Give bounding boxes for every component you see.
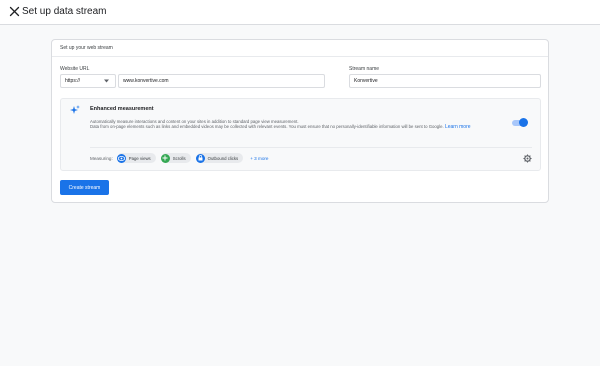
chip-scrolls: Scrolls: [160, 153, 191, 163]
measuring-label: Measuring:: [90, 155, 113, 161]
protocol-select[interactable]: https://: [60, 74, 116, 88]
enhanced-measurement-title: Enhanced measurement: [90, 106, 154, 112]
enhanced-measurement-panel: Enhanced measurement Automatically measu…: [60, 98, 541, 171]
page-title: Set up data stream: [22, 6, 107, 17]
learn-more-link[interactable]: Learn more: [445, 124, 471, 130]
card-title: Set up your web stream: [52, 40, 548, 57]
eye-icon: [116, 153, 126, 163]
website-url-input[interactable]: [118, 74, 325, 88]
scroll-arrows-icon: [160, 153, 170, 163]
enhanced-measurement-toggle[interactable]: [512, 118, 528, 127]
close-icon[interactable]: [9, 6, 20, 17]
lock-icon: [195, 153, 205, 163]
web-stream-card: Set up your web stream Website URL https…: [51, 39, 549, 203]
top-bar: Set up data stream: [0, 0, 600, 25]
enhanced-measurement-description: Automatically measure interactions and c…: [90, 119, 495, 131]
divider: [90, 147, 532, 148]
chevron-down-icon: [104, 79, 109, 83]
website-url-label: Website URL: [60, 66, 90, 72]
chip-outbound-clicks: Outbound clicks: [195, 153, 244, 163]
chip-label: Scrolls: [172, 155, 186, 161]
create-stream-button[interactable]: Create stream: [60, 180, 109, 195]
gear-icon[interactable]: [523, 154, 532, 163]
chip-label: Outbound clicks: [207, 155, 239, 161]
measuring-row: Measuring: Page views Scrolls Outbound c…: [90, 153, 268, 163]
description-line-2: Data from on-page elements such as links…: [90, 124, 444, 130]
toggle-knob: [519, 118, 528, 127]
protocol-value: https://: [65, 78, 81, 84]
stream-name-input[interactable]: [349, 74, 541, 88]
sparkle-icon: [70, 105, 80, 114]
chip-page-views: Page views: [116, 153, 156, 163]
more-measurements-link[interactable]: + 3 more: [250, 156, 268, 161]
stream-name-label: Stream name: [349, 66, 380, 72]
chip-label: Page views: [128, 155, 151, 161]
